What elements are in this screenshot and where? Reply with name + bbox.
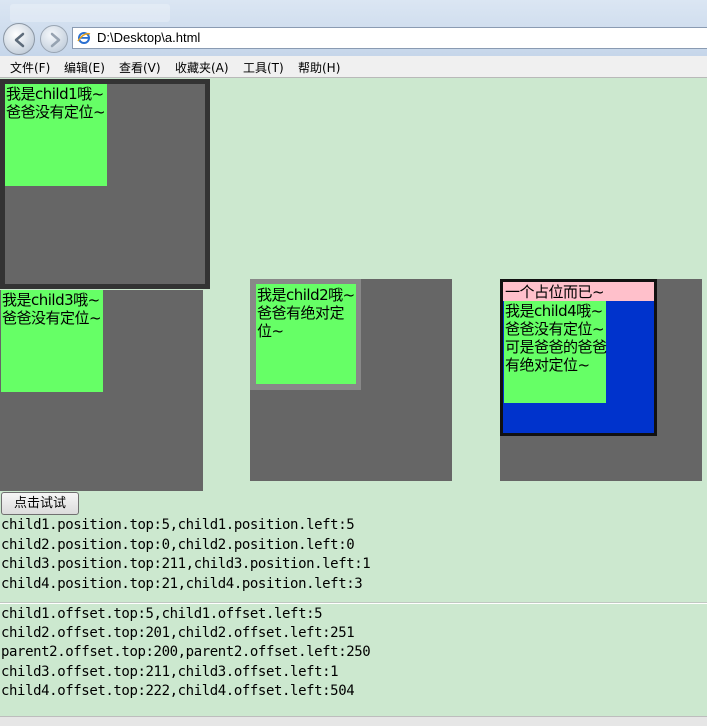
offset-line: parent2.offset.top:200,parent2.offset.le… — [1, 644, 371, 660]
menu-file[interactable]: 文件(F) — [10, 59, 50, 76]
address-url: D:\Desktop\a.html — [97, 30, 201, 45]
menu-help[interactable]: 帮助(H) — [298, 59, 340, 76]
window-title-area — [10, 4, 170, 22]
menu-tools[interactable]: 工具(T) — [243, 59, 284, 76]
child3-text: 我是child3哦~爸爸没有定位~ — [2, 291, 102, 327]
address-bar[interactable]: D:\Desktop\a.html — [72, 27, 707, 49]
position-line: child1.position.top:5,child1.position.le… — [1, 517, 355, 533]
offset-line: child1.offset.top:5,child1.offset.left:5 — [1, 606, 323, 622]
status-bar — [0, 716, 707, 726]
offset-line: child4.offset.top:222,child4.offset.left… — [1, 683, 355, 699]
child4-text: 我是child4哦~爸爸没有定位~可是爸爸的爸爸有绝对定位~ — [505, 302, 607, 374]
back-arrow-icon — [14, 32, 25, 48]
position-line: child3.position.top:211,child3.position.… — [1, 556, 371, 572]
offset-line: child3.offset.top:211,child3.offset.left… — [1, 664, 339, 680]
try-button[interactable]: 点击试试 — [1, 492, 79, 515]
offset-line: child2.offset.top:201,child2.offset.left… — [1, 625, 355, 641]
horizontal-divider — [0, 602, 707, 604]
placeholder-text: 一个占位而已~ — [505, 283, 605, 301]
menu-view[interactable]: 查看(V) — [119, 59, 161, 76]
position-line: child4.position.top:21,child4.position.l… — [1, 576, 363, 592]
position-line: child2.position.top:0,child2.position.le… — [1, 537, 355, 553]
forward-arrow-icon — [50, 32, 61, 48]
ie-page-icon — [77, 32, 91, 44]
back-button[interactable] — [3, 23, 35, 55]
forward-button[interactable] — [40, 25, 68, 53]
child2-text: 我是child2哦~爸爸有绝对定位~ — [257, 286, 355, 340]
child1-text: 我是child1哦~爸爸没有定位~ — [6, 85, 106, 121]
menu-favorites[interactable]: 收藏夹(A) — [175, 59, 229, 76]
browser-toolbar: D:\Desktop\a.html — [0, 0, 707, 56]
menu-edit[interactable]: 编辑(E) — [64, 59, 105, 76]
menu-bar: 文件(F) 编辑(E) 查看(V) 收藏夹(A) 工具(T) 帮助(H) — [0, 56, 707, 78]
